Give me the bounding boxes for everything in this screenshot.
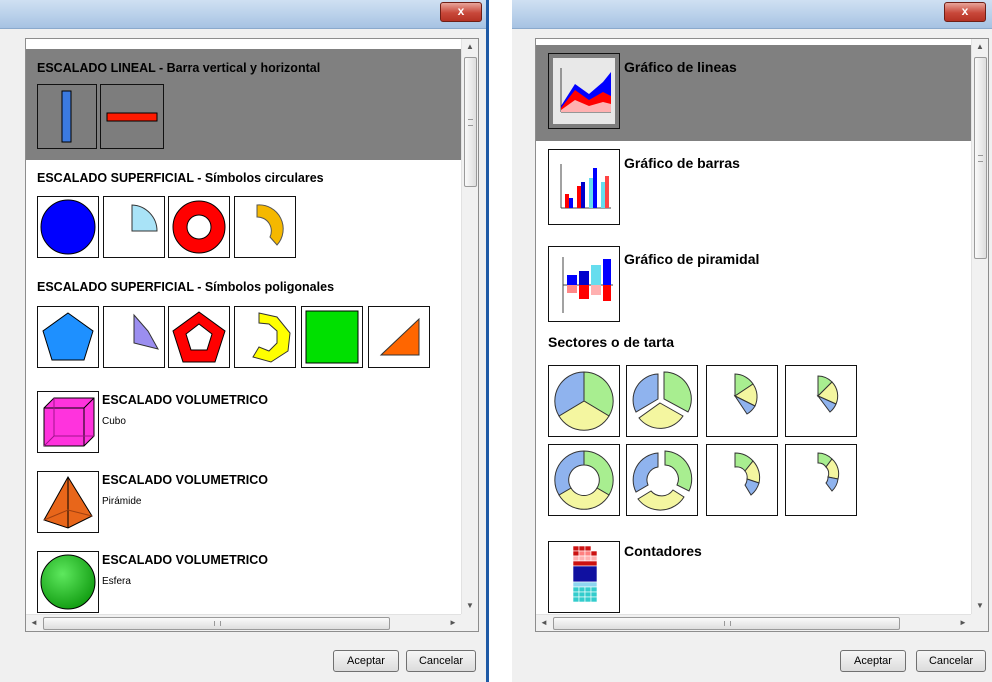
right-scroll-right-arrow[interactable]: ► xyxy=(955,615,971,631)
pentagon-ring-symbol[interactable] xyxy=(168,306,230,368)
line-chart-thumbnail[interactable] xyxy=(548,53,620,129)
left-cancel-button[interactable]: Cancelar xyxy=(406,650,476,672)
right-ok-button[interactable]: Aceptar xyxy=(840,650,906,672)
left-scroll-left-arrow[interactable]: ◄ xyxy=(26,615,42,631)
exploded-donut-thumbnail[interactable] xyxy=(626,444,698,516)
section-title-bars: Gráfico de barras xyxy=(624,155,740,171)
vertical-bar-symbol[interactable] xyxy=(37,84,97,149)
polygon-ring-segment-symbol[interactable] xyxy=(234,306,296,368)
section-title-lines: Gráfico de lineas xyxy=(624,59,737,75)
donut-sector-small-thumbnail[interactable] xyxy=(785,444,857,516)
ring-segment-symbol[interactable] xyxy=(234,196,296,258)
donut-chart-thumbnail[interactable] xyxy=(548,444,620,516)
right-horizontal-scroll-thumb[interactable] xyxy=(553,617,900,630)
right-cancel-button[interactable]: Cancelar xyxy=(916,650,986,672)
left-horizontal-scroll-thumb[interactable] xyxy=(43,617,390,630)
pyramid-label: Pirámide xyxy=(102,496,142,507)
section-title-pyramid: ESCALADO VOLUMETRICO xyxy=(102,473,268,487)
section-title-pie: Sectores o de tarta xyxy=(548,334,675,350)
left-scroll-corner xyxy=(461,614,478,631)
donut-sector-thumbnail[interactable] xyxy=(706,444,778,516)
left-scroll-right-arrow[interactable]: ► xyxy=(445,615,461,631)
pentagon-slice-symbol[interactable] xyxy=(103,306,165,368)
right-vertical-scrollbar[interactable]: ▲ ▼ xyxy=(971,39,988,614)
right-close-button[interactable]: x xyxy=(944,2,986,22)
right-scroll-left-arrow[interactable]: ◄ xyxy=(536,615,552,631)
pyramid-chart-thumbnail[interactable] xyxy=(548,246,620,322)
section-title-sphere: ESCALADO VOLUMETRICO xyxy=(102,553,268,567)
counters-thumbnail[interactable] xyxy=(548,541,620,613)
square-symbol[interactable] xyxy=(301,306,363,368)
left-dialog-titlebar: x xyxy=(0,0,488,29)
left-ok-button[interactable]: Aceptar xyxy=(333,650,399,672)
cube-label: Cubo xyxy=(102,416,126,427)
section-title-linear: ESCALADO LINEAL - Barra vertical y horiz… xyxy=(37,61,321,75)
right-scroll-down-arrow[interactable]: ▼ xyxy=(972,598,988,614)
right-horizontal-scrollbar[interactable]: ◄ ► xyxy=(536,614,971,631)
right-chart-list[interactable]: Gráfico de lineas Gráfico de barras Gráf… xyxy=(535,38,989,632)
pie-sector-thumbnail[interactable] xyxy=(706,365,778,437)
section-title-pyramid-chart: Gráfico de piramidal xyxy=(624,251,760,267)
left-vertical-scrollbar[interactable]: ▲ ▼ xyxy=(461,39,478,614)
sphere-label: Esfera xyxy=(102,576,131,587)
left-horizontal-scrollbar[interactable]: ◄ ► xyxy=(26,614,461,631)
right-scroll-up-arrow[interactable]: ▲ xyxy=(972,39,988,55)
pyramid-symbol[interactable] xyxy=(37,471,99,533)
pie-sector-small-thumbnail[interactable] xyxy=(785,365,857,437)
left-close-button[interactable]: x xyxy=(440,2,482,22)
section-title-cube: ESCALADO VOLUMETRICO xyxy=(102,393,268,407)
right-list-content: Gráfico de lineas Gráfico de barras Gráf… xyxy=(536,39,971,614)
left-vertical-scroll-thumb[interactable] xyxy=(464,57,477,187)
right-scroll-corner xyxy=(971,614,988,631)
section-title-counters: Contadores xyxy=(624,543,702,559)
exploded-pie-thumbnail[interactable] xyxy=(626,365,698,437)
triangle-symbol[interactable] xyxy=(368,306,430,368)
sphere-symbol[interactable] xyxy=(37,551,99,613)
quarter-circle-symbol[interactable] xyxy=(103,196,165,258)
window-divider xyxy=(486,0,489,682)
pentagon-symbol[interactable] xyxy=(37,306,99,368)
pie-chart-thumbnail[interactable] xyxy=(548,365,620,437)
circle-symbol[interactable] xyxy=(37,196,99,258)
section-title-polygonal: ESCALADO SUPERFICIAL - Símbolos poligona… xyxy=(37,280,335,294)
right-vertical-scroll-thumb[interactable] xyxy=(974,57,987,259)
cube-symbol[interactable] xyxy=(37,391,99,453)
bar-chart-thumbnail[interactable] xyxy=(548,149,620,225)
left-scroll-up-arrow[interactable]: ▲ xyxy=(462,39,478,55)
left-symbol-list[interactable]: ESCALADO LINEAL - Barra vertical y horiz… xyxy=(25,38,479,632)
section-title-circular: ESCALADO SUPERFICIAL - Símbolos circular… xyxy=(37,171,324,185)
left-list-content: ESCALADO LINEAL - Barra vertical y horiz… xyxy=(26,39,461,614)
left-dialog: x ESCALADO LINEAL - Barra vertical y hor… xyxy=(0,0,488,682)
horizontal-bar-symbol[interactable] xyxy=(100,84,164,149)
right-dialog-titlebar: x xyxy=(512,0,992,29)
right-dialog: x Gráfico de lineas Gráfico de barras Gr… xyxy=(512,0,992,682)
ring-symbol[interactable] xyxy=(168,196,230,258)
left-scroll-down-arrow[interactable]: ▼ xyxy=(462,598,478,614)
